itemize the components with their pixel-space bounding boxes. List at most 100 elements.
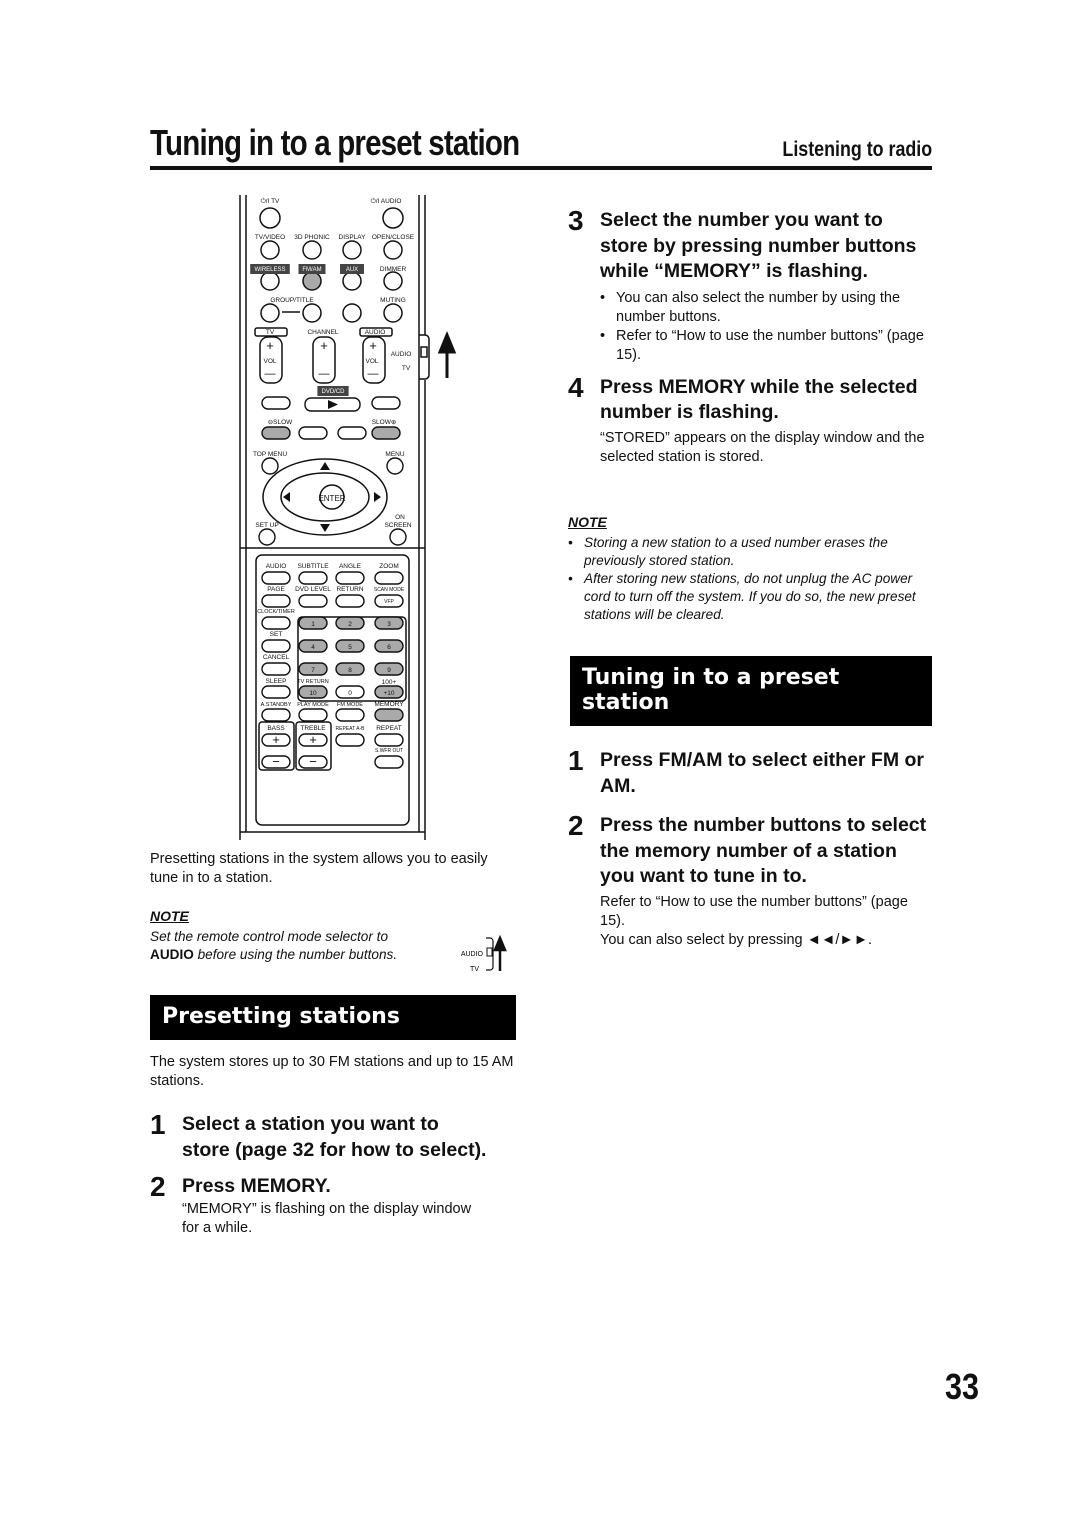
remote-label-power-audio: ⏻/I AUDIO (371, 198, 402, 205)
remote-label-treble: TREBLE (300, 725, 326, 732)
step-number: 4 (568, 371, 584, 403)
remote-button (335, 594, 365, 608)
remote-button (371, 396, 401, 410)
remote-label-dvd-cd: DVD/CD (321, 389, 345, 395)
step-heading: Press MEMORY. (182, 1175, 331, 1197)
remote-round-button (258, 528, 276, 546)
remote-label-fm-am: FM/AM (302, 267, 321, 273)
remote-round-button (342, 240, 362, 260)
remote-button (374, 571, 404, 585)
step-number: 1 (150, 1109, 166, 1140)
remote-label-on: ON (395, 514, 405, 521)
remote-label-wireless: WIRELESS (254, 267, 285, 273)
remote-label-menu: MENU (385, 451, 404, 458)
plus-icon: + (320, 338, 328, 353)
remote-label-tv-video: TV/VIDEO (255, 234, 285, 241)
bullet-text: You can also select the number by using … (616, 289, 901, 325)
remote-button (374, 755, 404, 769)
step-text: “STORED” appears on the display window a… (600, 429, 925, 465)
remote-label-subtitle: SUBTITLE (297, 563, 329, 570)
note-heading: NOTE (150, 908, 189, 924)
remote-button (371, 426, 401, 440)
remote-label-audio: AUDIO (266, 563, 287, 570)
remote-button (261, 616, 291, 630)
remote-label-n2: 2 (348, 621, 352, 628)
remote-label-n4: 4 (311, 644, 315, 651)
remote-label-cancel: CANCEL (263, 654, 290, 661)
remote-label-s-wfr-out: S.WFR OUT (375, 748, 403, 754)
remote-label-slow-plus: SLOW⊕ (372, 419, 397, 426)
remote-label-top-menu: TOP MENU (253, 451, 287, 458)
step-number: 3 (568, 205, 584, 236)
step-text: You can also select by pressing ◄◄/►►. (600, 931, 873, 948)
tuning-banner: Tuning in to a preset station (570, 656, 932, 726)
remote-button (261, 685, 291, 699)
remote-label-sleep: SLEEP (266, 678, 287, 685)
step-4: 4 Press MEMORY while the selected number… (568, 371, 933, 467)
remote-button (261, 639, 291, 653)
minus-icon: − (272, 754, 280, 769)
remote-label-phonic: 3D PHONIC (294, 234, 330, 241)
remote-label-repeat: REPEAT (376, 725, 402, 732)
remote-label-muting: MUTING (380, 297, 406, 304)
remote-round-button (260, 240, 280, 260)
remote-label-n5: 5 (348, 644, 352, 651)
tuning-steps: 1 Press FM/AM to select either FM or AM.… (568, 747, 933, 950)
remote-label-set: SET (270, 631, 283, 638)
remote-label-dvd-level: DVD LEVEL (295, 586, 331, 593)
remote-round-button (302, 303, 322, 323)
remote-label-slow-minus: ⊖SLOW (268, 419, 293, 426)
remote-round-button (302, 240, 322, 260)
remote-label-play-mode: PLAY MODE (297, 702, 329, 708)
remote-button (374, 708, 404, 722)
switch-audio-label: AUDIO (461, 951, 484, 958)
remote-label-clock-timer: CLOCK/TIMER (257, 609, 295, 615)
remote-label-screen: SCREEN (384, 522, 411, 529)
step-heading: Press the number buttons to select the m… (600, 814, 927, 887)
note-bold: AUDIO (150, 947, 194, 962)
remote-round-button (302, 271, 322, 291)
note-item: Storing a new station to a used number e… (584, 535, 888, 568)
remote-label-open-close: OPEN/CLOSE (372, 234, 415, 241)
remote-label-display: DISPLAY (339, 234, 367, 241)
remote-label-n8: 8 (348, 667, 352, 674)
remote-label-channel: CHANNEL (307, 329, 338, 336)
step-2: 2 Press the number buttons to select the… (568, 812, 933, 950)
remote-button (261, 571, 291, 585)
page-title: Tuning in to a preset station (150, 122, 520, 163)
arrow-icon (283, 492, 290, 502)
remote-control-illustration: ⏻/I TV ⏻/I AUDIO TV/VIDEO 3D PHONIC DISPLAY O… (239, 195, 457, 840)
remote-round-button (342, 271, 362, 291)
remote-button (337, 426, 367, 440)
remote-label-a-standby: A.STANDBY (261, 702, 292, 708)
right-note: NOTE • Storing a new station to a used nu… (568, 514, 933, 624)
note-text: Set the remote control mode selector to (150, 929, 389, 944)
remote-label-set-up: SET UP (255, 522, 278, 529)
remote-label-n7: 7 (311, 667, 315, 674)
remote-label-n1: 1 (311, 621, 315, 628)
remote-button (298, 426, 328, 440)
presetting-banner: Presetting stations (150, 995, 516, 1040)
remote-button (261, 426, 291, 440)
remote-round-button (386, 457, 404, 475)
step-text: Refer to “How to use the number buttons”… (600, 893, 908, 929)
remote-round-button (383, 303, 403, 323)
remote-label-aux: AUX (346, 267, 358, 273)
step-1: 1 Select a station you want to store (pa… (150, 1109, 490, 1163)
plus-icon: + (266, 338, 274, 353)
remote-button (261, 708, 291, 722)
remote-label-hundred: 100+ (382, 679, 397, 686)
step-heading: Select the number you want to store by p… (600, 209, 917, 282)
presetting-description: The system stores up to 30 FM stations a… (150, 1054, 514, 1089)
remote-round-button (260, 303, 280, 323)
storing-steps: 3 Select the number you want to store by… (568, 205, 933, 467)
section-title: Listening to radio (782, 138, 932, 161)
step-heading: Press FM/AM to select either FM or AM. (600, 749, 924, 797)
step-number: 2 (150, 1171, 166, 1202)
plus-icon: + (272, 732, 280, 747)
remote-label-audio-box: AUDIO (365, 329, 386, 336)
remote-button (335, 571, 365, 585)
remote-label-bass: BASS (267, 725, 285, 732)
page-number: 33 (945, 1366, 980, 1407)
remote-label-vol-left: VOL (263, 358, 276, 365)
